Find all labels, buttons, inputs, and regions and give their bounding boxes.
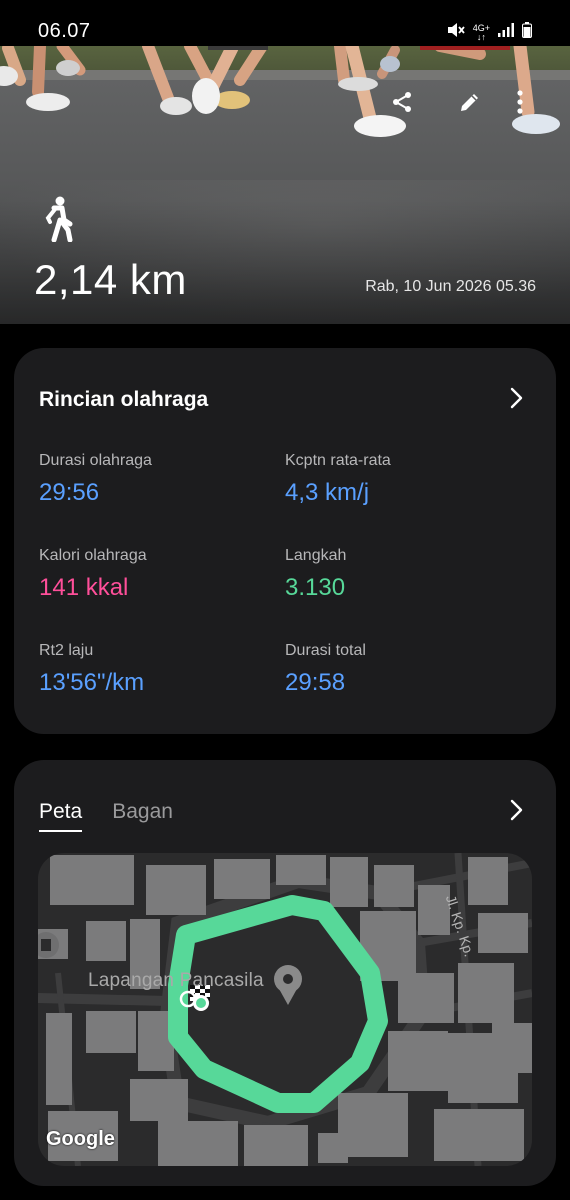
workout-details-card[interactable]: Rincian olahraga Durasi olahraga 29:56 K… <box>14 348 556 734</box>
battery-icon <box>522 22 532 43</box>
details-title: Rincian olahraga <box>39 388 209 411</box>
chevron-right-icon[interactable] <box>504 798 528 822</box>
share-icon[interactable] <box>388 88 416 116</box>
place-pin-icon <box>274 965 302 1005</box>
stat-label: Langkah <box>285 547 347 564</box>
stat-label: Kcptn rata-rata <box>285 452 391 469</box>
stat-value: 4,3 km/j <box>285 479 370 506</box>
stat-avg-speed: Kcptn rata-rata 4,3 km/j <box>285 452 391 507</box>
workout-datetime: Rab, 10 Jun 2026 05.36 <box>365 278 536 295</box>
more-icon[interactable] <box>506 88 534 116</box>
stat-label: Rt2 laju <box>39 642 94 659</box>
tab-chart[interactable]: Bagan <box>112 800 173 832</box>
mute-icon <box>447 22 465 43</box>
place-label: Lapangan Pancasila <box>88 970 264 991</box>
network-4g-icon: 4G+ ↓↑ <box>472 22 490 42</box>
stat-workout-duration: Durasi olahraga 29:56 <box>39 452 152 507</box>
status-time: 06.07 <box>38 20 91 42</box>
stat-steps: Langkah 3.130 <box>285 547 346 602</box>
stat-value: 3.130 <box>285 574 346 601</box>
walking-icon <box>40 196 74 243</box>
map-card: Peta Bagan Lapangan Pancasila Jl. Kp. Kp… <box>14 760 556 1186</box>
tab-map[interactable]: Peta <box>39 800 83 832</box>
stat-label: Durasi olahraga <box>39 452 152 469</box>
status-bar: 06.07 4G+ ↓↑ <box>0 0 570 46</box>
stat-value: 141 kkal <box>39 574 129 601</box>
stat-label: Kalori olahraga <box>39 547 147 564</box>
stat-value: 13'56"/km <box>39 669 145 696</box>
hero-actions <box>0 88 570 118</box>
route-map[interactable]: Lapangan Pancasila Jl. Kp. Kp. Google <box>38 853 532 1166</box>
stat-avg-pace: Rt2 laju 13'56"/km <box>39 642 144 697</box>
chevron-right-icon[interactable] <box>504 386 528 410</box>
stat-total-duration: Durasi total 29:58 <box>285 642 366 697</box>
stat-calories: Kalori olahraga 141 kkal <box>39 547 147 602</box>
stat-value: 29:56 <box>39 479 100 506</box>
stat-label: Durasi total <box>285 642 366 659</box>
distance-value: 2,14 km <box>34 256 187 303</box>
stat-value: 29:58 <box>285 669 346 696</box>
map-tabs: Peta Bagan <box>39 800 173 832</box>
signal-icon <box>498 23 514 42</box>
status-icons: 4G+ ↓↑ <box>447 22 532 43</box>
edit-icon[interactable] <box>456 88 484 116</box>
google-logo: Google <box>46 1128 115 1150</box>
